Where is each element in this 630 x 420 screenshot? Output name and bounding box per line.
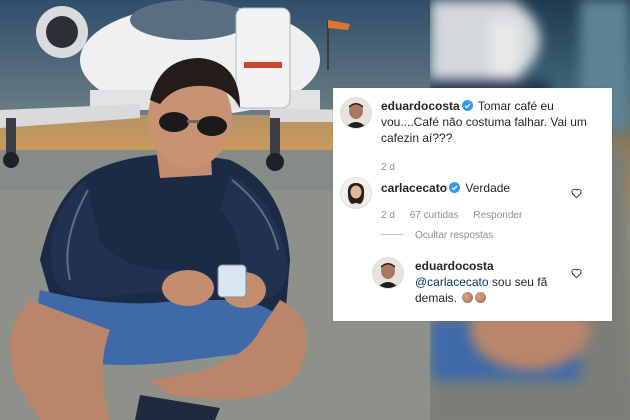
comment-time[interactable]: 2 d bbox=[381, 210, 395, 221]
avatar[interactable] bbox=[341, 98, 371, 128]
clapping-hands-emoji bbox=[462, 292, 474, 303]
hide-replies-label: Ocultar respostas bbox=[415, 230, 494, 241]
comment-body: Verdade bbox=[465, 181, 511, 195]
comment-text: carlacecato Verdade bbox=[381, 180, 581, 196]
like-count[interactable]: 67 curtidas bbox=[410, 210, 459, 221]
avatar[interactable] bbox=[373, 258, 403, 288]
comment-time[interactable]: 2 d bbox=[381, 162, 395, 173]
hide-replies-button[interactable]: Ocultar respostas bbox=[381, 230, 505, 241]
clapping-hands-emoji bbox=[475, 292, 487, 303]
mention-link[interactable]: @carlacecato bbox=[415, 275, 489, 289]
divider bbox=[381, 234, 403, 235]
reply-text: eduardocosta @carlacecato sou seu fã dem… bbox=[415, 258, 565, 306]
verified-icon bbox=[461, 100, 473, 111]
comment-username[interactable]: eduardocosta bbox=[381, 99, 460, 113]
heart-outline-icon[interactable] bbox=[571, 268, 582, 279]
comment-card: eduardocosta Tomar café eu vou....Café n… bbox=[333, 88, 612, 321]
comment-text: eduardocosta Tomar café eu vou....Café n… bbox=[381, 98, 603, 146]
avatar[interactable] bbox=[341, 178, 371, 208]
reply-button[interactable]: Responder bbox=[473, 210, 522, 221]
comment-meta: 2 d 67 curtidas Responder bbox=[381, 210, 534, 221]
comment-meta: 2 d bbox=[381, 162, 407, 173]
reply-username[interactable]: eduardocosta bbox=[415, 259, 494, 273]
verified-icon bbox=[449, 182, 461, 193]
comment-username[interactable]: carlacecato bbox=[381, 181, 447, 195]
heart-outline-icon[interactable] bbox=[571, 188, 582, 199]
